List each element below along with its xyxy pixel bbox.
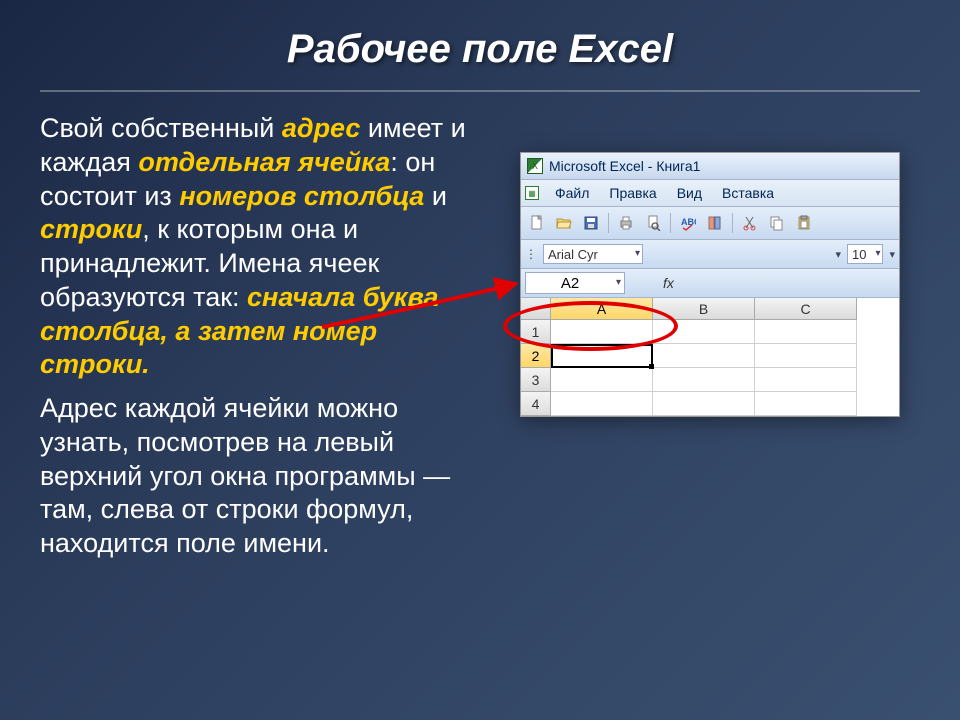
menu-bar: ▦ Файл Правка Вид Вставка xyxy=(521,180,899,207)
fx-label[interactable]: fx xyxy=(633,275,674,291)
menu-view[interactable]: Вид xyxy=(669,183,710,203)
cell-b4[interactable] xyxy=(653,392,755,416)
text: и xyxy=(424,181,447,211)
copy-icon[interactable] xyxy=(765,211,789,235)
name-box[interactable]: A2 xyxy=(525,272,625,294)
highlight-row: строки xyxy=(40,214,142,244)
cell-c1[interactable] xyxy=(755,320,857,344)
slide-title: Рабочее поле Excel xyxy=(40,15,920,92)
cell-b3[interactable] xyxy=(653,368,755,392)
cell-b1[interactable] xyxy=(653,320,755,344)
column-header-a[interactable]: A xyxy=(551,298,653,320)
separator xyxy=(732,213,733,233)
font-name-combo[interactable]: Arial Cyr xyxy=(543,244,643,264)
excel-window: X Microsoft Excel - Книга1 ▦ Файл Правка… xyxy=(520,152,900,417)
body-text: Свой собственный адрес имеет и каждая от… xyxy=(40,112,490,571)
svg-text:ABC: ABC xyxy=(681,217,696,227)
research-icon[interactable] xyxy=(703,211,727,235)
column-header-c[interactable]: C xyxy=(755,298,857,320)
paste-icon[interactable] xyxy=(792,211,816,235)
menu-file[interactable]: Файл xyxy=(547,183,597,203)
cell-c3[interactable] xyxy=(755,368,857,392)
standard-toolbar: ABC xyxy=(521,207,899,240)
save-icon[interactable] xyxy=(579,211,603,235)
font-size-combo[interactable]: 10 xyxy=(847,244,883,264)
grid-header-row: A B C xyxy=(521,298,899,320)
text: Свой собственный xyxy=(40,113,282,143)
spelling-icon[interactable]: ABC xyxy=(676,211,700,235)
title-bar: X Microsoft Excel - Книга1 xyxy=(521,153,899,180)
dropdown-icon: ▾ xyxy=(835,248,841,261)
paragraph-2: Адрес каждой ячейки можно узнать, посмот… xyxy=(40,392,480,561)
formatting-toolbar: ⋮ Arial Cyr ▾ 10 ▾ xyxy=(521,240,899,269)
formula-bar: A2 fx xyxy=(521,269,899,298)
row-header-1[interactable]: 1 xyxy=(521,320,551,344)
cell-a2[interactable] xyxy=(551,344,653,368)
cut-icon[interactable] xyxy=(738,211,762,235)
highlight-col-numbers: номеров столбца xyxy=(179,181,424,211)
menu-insert[interactable]: Вставка xyxy=(714,183,782,203)
row-header-4[interactable]: 4 xyxy=(521,392,551,416)
cell-a4[interactable] xyxy=(551,392,653,416)
cell-c4[interactable] xyxy=(755,392,857,416)
cell-a1[interactable] xyxy=(551,320,653,344)
highlight-cell: отдельная ячейка xyxy=(138,147,390,177)
print-preview-icon[interactable] xyxy=(641,211,665,235)
cell-c2[interactable] xyxy=(755,344,857,368)
separator xyxy=(670,213,671,233)
grid-rows: 1 2 3 xyxy=(521,320,899,416)
row-header-3[interactable]: 3 xyxy=(521,368,551,392)
window-title: Microsoft Excel - Книга1 xyxy=(549,158,700,174)
print-icon[interactable] xyxy=(614,211,638,235)
menu-edit[interactable]: Правка xyxy=(601,183,664,203)
cell-b2[interactable] xyxy=(653,344,755,368)
select-all-corner[interactable] xyxy=(521,298,551,320)
toolbar-handle-icon: ⋮ xyxy=(525,247,537,261)
new-icon[interactable] xyxy=(525,211,549,235)
excel-app-icon: X xyxy=(527,158,543,174)
row-header-2[interactable]: 2 xyxy=(521,344,551,368)
workbook-icon: ▦ xyxy=(525,186,539,200)
separator xyxy=(608,213,609,233)
column-header-b[interactable]: B xyxy=(653,298,755,320)
cell-a3[interactable] xyxy=(551,368,653,392)
dropdown-icon: ▾ xyxy=(889,248,895,261)
open-icon[interactable] xyxy=(552,211,576,235)
highlight-address: адрес xyxy=(282,113,361,143)
